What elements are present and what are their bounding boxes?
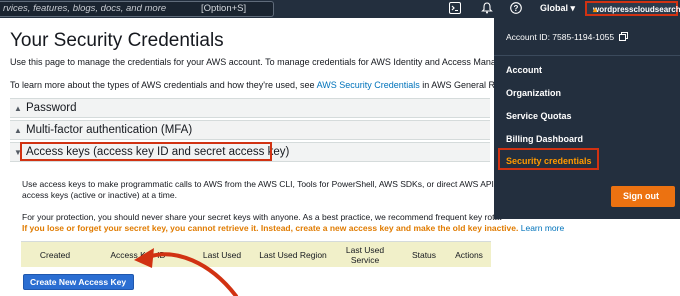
notifications-bell-icon[interactable]	[480, 2, 494, 16]
search-input[interactable]: rvices, features, blogs, docs, and more …	[0, 1, 274, 17]
search-shortcut-hint: [Option+S]	[201, 3, 247, 14]
section-mfa[interactable]: ▲ Multi-factor authentication (MFA)	[10, 120, 490, 140]
learn-more-text: To learn more about the types of AWS cre…	[10, 80, 533, 90]
region-label: Global	[540, 3, 569, 13]
top-navigation-bar: rvices, features, blogs, docs, and more …	[0, 0, 680, 18]
intro-text: Use this page to manage the credentials …	[10, 57, 532, 67]
create-new-access-key-button[interactable]: Create New Access Key	[23, 274, 134, 290]
account-name-label: wordpresscloudsearch	[593, 5, 680, 14]
col-access-key-id[interactable]: Access Key ID	[89, 242, 187, 268]
account-id-row: Account ID: 7585-1194-1055	[506, 32, 629, 43]
col-status[interactable]: Status	[401, 242, 447, 268]
caret-right-icon: ▲	[14, 104, 22, 113]
access-keys-description-2: access keys (active or inactive) at a ti…	[22, 190, 177, 200]
menu-item-billing-dashboard[interactable]: Billing Dashboard	[506, 134, 583, 144]
col-last-used-region[interactable]: Last Used Region	[257, 242, 329, 268]
warning-line: If you lose or forget your secret key, y…	[22, 223, 564, 233]
svg-text:?: ?	[514, 4, 519, 13]
protection-text: For your protection, you should never sh…	[22, 212, 502, 222]
col-last-used-service[interactable]: Last Used Service	[329, 242, 401, 268]
menu-divider	[494, 55, 680, 56]
region-selector[interactable]: Global ▾	[540, 3, 575, 14]
col-label: Last Used Service	[345, 244, 385, 265]
menu-item-service-quotas[interactable]: Service Quotas	[506, 111, 572, 121]
table-header-row: Created Access Key ID Last Used Last Use…	[21, 242, 491, 268]
menu-item-organization[interactable]: Organization	[506, 88, 561, 98]
access-keys-description: Use access keys to make programmatic cal…	[22, 179, 506, 189]
learn-more-link[interactable]: Learn more	[521, 223, 564, 233]
col-label: Last Used Region	[259, 249, 327, 260]
cloudshell-icon[interactable]	[448, 2, 462, 16]
menu-item-account[interactable]: Account	[506, 65, 542, 75]
sign-out-button[interactable]: Sign out	[611, 186, 675, 207]
account-id-label: Account ID: 7585-1194-1055	[506, 32, 615, 42]
sign-out-label: Sign out	[623, 191, 659, 201]
caret-right-icon: ▲	[14, 126, 22, 135]
search-placeholder: rvices, features, blogs, docs, and more	[3, 3, 167, 14]
warning-text: If you lose or forget your secret key, y…	[22, 223, 519, 233]
account-menu-button[interactable]: wordpresscloudsearch ▴	[585, 1, 680, 16]
page-title: Your Security Credentials	[10, 30, 224, 51]
chevron-down-icon: ▾	[570, 3, 576, 13]
chevron-up-icon: ▴	[593, 5, 598, 14]
account-dropdown-menu: Account ID: 7585-1194-1055 Account Organ…	[494, 18, 680, 219]
section-label: Multi-factor authentication (MFA)	[26, 124, 193, 136]
col-actions: Actions	[455, 249, 483, 260]
help-icon[interactable]: ?	[509, 2, 523, 16]
section-label: Password	[26, 102, 77, 114]
col-last-used[interactable]: Last Used	[187, 242, 257, 268]
access-keys-table: Created Access Key ID Last Used Last Use…	[21, 241, 491, 267]
security-credentials-link[interactable]: AWS Security Credentials	[317, 80, 420, 90]
learn-prefix: To learn more about the types of AWS cre…	[10, 80, 317, 90]
highlight-box	[498, 148, 599, 170]
highlight-box	[20, 142, 272, 161]
section-password[interactable]: ▲ Password	[10, 98, 490, 118]
col-created[interactable]: Created	[21, 242, 89, 268]
create-button-label: Create New Access Key	[30, 277, 127, 287]
copy-icon[interactable]	[619, 32, 629, 43]
